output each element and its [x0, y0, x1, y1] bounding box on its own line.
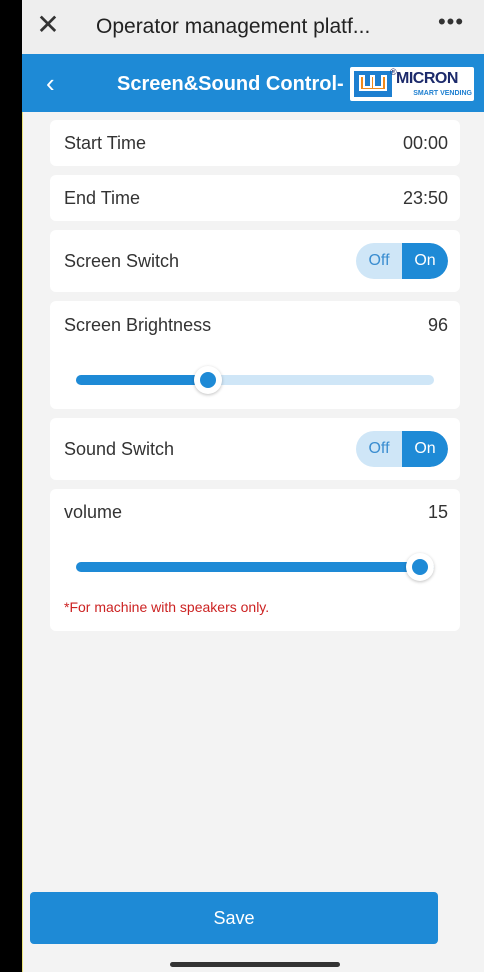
webview-topbar: ✕ Operator management platf... •••	[22, 0, 484, 54]
slider-thumb[interactable]	[194, 366, 223, 394]
volume-label: volume	[64, 502, 123, 522]
end-time-value[interactable]: 23:50	[403, 186, 448, 210]
sound-switch-row: Sound Switch Off On	[50, 418, 460, 480]
close-icon[interactable]: ✕	[36, 10, 60, 40]
screen-switch-toggle[interactable]: Off On	[356, 243, 448, 279]
start-time-value[interactable]: 00:00	[403, 131, 448, 155]
more-icon[interactable]: •••	[436, 11, 466, 38]
screen-brightness-value: 96	[427, 315, 448, 335]
webview-title: Operator management platf...	[96, 15, 371, 38]
page-header: ‹ Screen&Sound Control- ® MICRON SMART V…	[22, 54, 484, 112]
start-time-row[interactable]: Start Time 00:00	[50, 120, 460, 166]
start-time-label: Start Time	[64, 133, 147, 153]
logo-tagline: SMART VENDING	[413, 90, 472, 97]
logo-brand: MICRON	[396, 70, 458, 87]
screen-switch-row: Screen Switch Off On	[50, 230, 460, 292]
sound-switch-toggle[interactable]: Off On	[356, 431, 448, 467]
slider-thumb[interactable]	[406, 553, 434, 581]
end-time-label: End Time	[64, 188, 141, 208]
screen-switch-label: Screen Switch	[64, 251, 180, 271]
volume-card: volume 15 *For machine with speakers onl…	[50, 489, 460, 631]
slider-fill	[76, 562, 434, 572]
volume-slider[interactable]	[76, 553, 434, 581]
home-indicator	[170, 962, 340, 967]
end-time-row[interactable]: End Time 23:50	[50, 175, 460, 221]
sound-switch-label: Sound Switch	[64, 439, 175, 459]
app-screen: ✕ Operator management platf... ••• ‹ Scr…	[22, 0, 484, 972]
sound-switch-off[interactable]: Off	[356, 431, 402, 467]
sound-switch-on[interactable]: On	[402, 431, 448, 467]
page-title: Screen&Sound Control-	[117, 73, 344, 95]
volume-value: 15	[427, 502, 448, 522]
micron-logo-mark	[354, 71, 392, 97]
chevron-left-icon[interactable]: ‹	[46, 68, 66, 98]
screen-switch-on[interactable]: On	[402, 243, 448, 279]
slider-fill	[76, 375, 209, 385]
micron-logo: ® MICRON SMART VENDING	[350, 67, 474, 101]
screen-brightness-card: Screen Brightness 96	[50, 301, 460, 409]
save-button[interactable]: Save	[30, 892, 438, 944]
brightness-slider[interactable]	[76, 366, 434, 394]
screen-switch-off[interactable]: Off	[356, 243, 402, 279]
speaker-note: *For machine with speakers only.	[64, 599, 270, 615]
screen-brightness-label: Screen Brightness	[64, 315, 212, 335]
